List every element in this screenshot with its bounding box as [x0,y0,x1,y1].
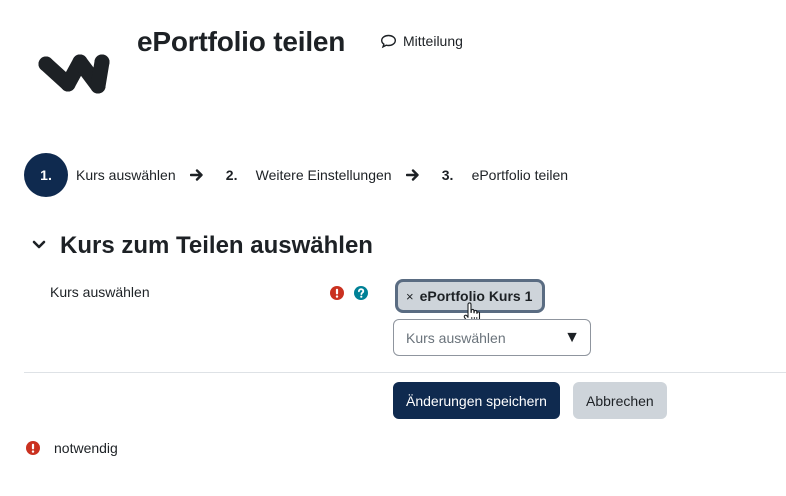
step-2-number: 2. [225,167,238,183]
cancel-button[interactable]: Abbrechen [573,382,667,419]
page-title: ePortfolio teilen [137,26,346,57]
chevron-down-icon [32,237,46,255]
step-3-number: 3. [441,167,454,183]
required-icon [26,441,40,455]
required-legend: notwendig [26,440,118,456]
section-title: Kurs zum Teilen auswählen [60,232,373,259]
caret-down-icon: ▼ [564,328,580,346]
arrow-right-icon [405,168,420,182]
step-1-badge: 1. [24,153,68,197]
step-3-label: ePortfolio teilen [471,167,569,183]
step-1-label: Kurs auswählen [76,167,176,183]
message-link[interactable]: Mitteilung [380,33,463,49]
divider [24,372,786,373]
save-button[interactable]: Änderungen speichern [393,382,560,419]
remove-icon[interactable]: × [406,289,414,304]
course-field-label: Kurs auswählen [50,284,150,300]
message-link-label: Mitteilung [403,33,463,49]
required-icon [330,286,344,305]
moodle-w-logo-icon [38,54,110,94]
arrow-right-icon [189,168,204,182]
course-select-placeholder: Kurs auswählen [406,329,506,346]
step-2-label: Weitere Einstellungen [255,167,392,183]
stepper: 1. Kurs auswählen 2. Weitere Einstellung… [24,152,568,198]
required-legend-text: notwendig [54,440,118,456]
site-logo [34,44,114,100]
speech-bubble-icon [380,34,397,48]
course-select[interactable]: Kurs auswählen ▼ [393,319,591,356]
section-toggle[interactable]: Kurs zum Teilen auswählen [32,232,373,260]
help-icon[interactable] [354,286,368,305]
